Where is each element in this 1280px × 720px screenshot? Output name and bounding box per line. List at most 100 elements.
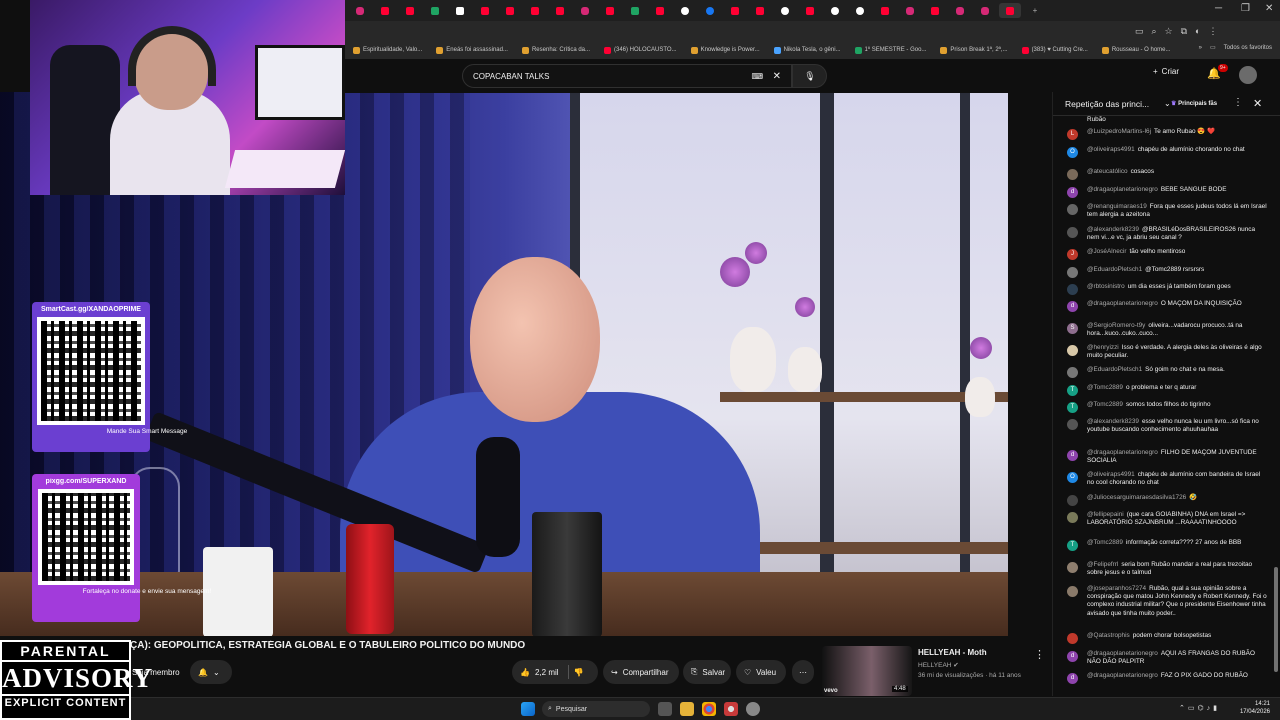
bookmark[interactable]: (383) ♥ Cutting Cre...	[1021, 46, 1088, 54]
browser-tab[interactable]	[724, 3, 746, 18]
settings-gear-icon[interactable]	[746, 702, 760, 716]
chat-author[interactable]: @dragaoplanetarionegro	[1087, 672, 1158, 679]
chat-avatar[interactable]: d	[1067, 187, 1078, 198]
chat-author[interactable]: @oliveiraps4991	[1087, 471, 1135, 478]
chat-avatar[interactable]	[1067, 495, 1078, 506]
recommended-title[interactable]: HELLYEAH - Moth	[918, 648, 987, 657]
bookmark[interactable]: (346) HOLOCAUSTO...	[604, 46, 677, 54]
chat-author[interactable]: @rbtosinistro	[1087, 283, 1125, 290]
chat-avatar[interactable]	[1067, 204, 1078, 215]
chat-author[interactable]: @fellipepaini	[1087, 511, 1124, 518]
chat-message[interactable]: O @oliveiraps4991 chapéu de alumínio com b…	[1067, 471, 1269, 487]
chat-message[interactable]: @fellipepaini (que cara GOIABINHA) DNA em…	[1067, 511, 1269, 527]
task-view-icon[interactable]	[658, 702, 672, 716]
chat-scrollbar[interactable]	[1274, 567, 1278, 672]
browser-toolbar-icons[interactable]: ▭⌕☆⧉◐⋮	[1135, 26, 1225, 37]
account-avatar[interactable]	[1239, 66, 1257, 84]
chat-author[interactable]: @alexanderk8239	[1087, 226, 1139, 233]
browser-tab[interactable]	[499, 3, 521, 18]
close-window-icon[interactable]: ✕	[1265, 3, 1273, 14]
chat-message[interactable]: @EduardoPletsch1 Só goim no chat e na mes…	[1067, 366, 1269, 378]
chat-message[interactable]: @ateucatólico cosacos	[1067, 168, 1269, 180]
chat-message[interactable]: @alexanderk8239 @BRASILéDosBRASILEIROS26 …	[1067, 226, 1269, 242]
browser-tab-active[interactable]	[999, 3, 1021, 18]
more-icon[interactable]: ⋮	[1034, 648, 1045, 661]
chat-message[interactable]: @renanguimaraes19 Fora que esses judeus t…	[1067, 203, 1269, 219]
chat-message[interactable]: d @dragaoplanetarionegro BEBE SANGUE BODE	[1067, 186, 1269, 198]
chat-author[interactable]: @Tomc2889	[1087, 401, 1123, 408]
chat-avatar[interactable]: d	[1067, 651, 1078, 662]
browser-tab[interactable]	[424, 3, 446, 18]
browser-tab[interactable]	[749, 3, 771, 18]
chat-avatar[interactable]: d	[1067, 673, 1078, 684]
subscription-bell-button[interactable]: 🔔 ⌄	[190, 660, 232, 684]
chat-author[interactable]: @henryizzi	[1087, 344, 1119, 351]
bookmark[interactable]: Resenha: Crítica da...	[521, 46, 590, 54]
browser-tab[interactable]	[674, 3, 696, 18]
chat-avatar[interactable]: d	[1067, 450, 1078, 461]
all-bookmarks[interactable]: » ▭ Todos os favoritos	[1199, 44, 1272, 52]
bookmark[interactable]: Nikola Tesla, o gêni...	[773, 46, 841, 54]
top-fans-button[interactable]: ♛ Principais fãs	[1171, 100, 1217, 107]
bookmark[interactable]: Eneás foi assassinad...	[436, 46, 508, 54]
file-explorer-icon[interactable]	[680, 702, 694, 716]
chat-author[interactable]: @dragaoplanetarionegro	[1087, 300, 1158, 307]
chat-author[interactable]: @Qatastrophis	[1087, 632, 1130, 639]
taskbar-clock[interactable]: 14:21 17/04/2026	[1240, 700, 1270, 716]
browser-tab[interactable]	[699, 3, 721, 18]
chat-avatar[interactable]	[1067, 367, 1078, 378]
chat-message[interactable]: O @oliveiraps4991 chapéu de alumínio chora…	[1067, 146, 1269, 158]
browser-tab[interactable]	[899, 3, 921, 18]
new-tab-button[interactable]: +	[1024, 3, 1046, 18]
chat-author[interactable]: @EduardoPletsch1	[1087, 266, 1142, 273]
browser-tab[interactable]	[349, 3, 371, 18]
chat-avatar[interactable]: O	[1067, 147, 1078, 158]
browser-tab[interactable]	[374, 3, 396, 18]
chat-author[interactable]: @LuizpedroMartins-l6j	[1087, 128, 1151, 135]
browser-tab[interactable]	[524, 3, 546, 18]
chat-avatar[interactable]	[1067, 586, 1078, 597]
browser-tab[interactable]	[924, 3, 946, 18]
bookmark[interactable]: Espiritualidade, Valo...	[353, 46, 422, 54]
chat-avatar[interactable]: O	[1067, 472, 1078, 483]
chat-message[interactable]: d @dragaoplanetarionegro AQUI AS FRANGAS D…	[1067, 650, 1269, 666]
chat-avatar[interactable]	[1067, 227, 1078, 238]
chat-author[interactable]: @SergioRomero-t9y	[1087, 322, 1145, 329]
chat-avatar[interactable]	[1067, 345, 1078, 356]
bookmark[interactable]: Prison Break 1ª, 2ª,...	[940, 46, 1008, 54]
chat-avatar[interactable]: J	[1067, 249, 1078, 260]
bookmark[interactable]: Knowledge is Power...	[690, 46, 760, 54]
chat-avatar[interactable]	[1067, 267, 1078, 278]
system-tray-icons[interactable]: ⌃▭⌬♪▮	[1179, 704, 1220, 712]
browser-tab[interactable]	[449, 3, 471, 18]
browser-tab[interactable]	[849, 3, 871, 18]
chat-author[interactable]: @renanguimaraes19	[1087, 203, 1147, 210]
more-actions-button[interactable]: ⋯	[792, 660, 814, 684]
chat-message[interactable]: d @dragaoplanetarionegro FAZ O PIX GADO DO…	[1067, 672, 1269, 684]
chat-avatar[interactable]	[1067, 512, 1078, 523]
chat-message[interactable]: T @Tomc2889 o problema e ter q aturar	[1067, 384, 1269, 396]
chat-avatar[interactable]	[1067, 284, 1078, 295]
chat-author[interactable]: @ateucatólico	[1087, 168, 1128, 175]
chat-messages[interactable]: Rubão L @LuizpedroMartins-l6j Te amo Rubao…	[1053, 116, 1280, 696]
browser-tab[interactable]	[874, 3, 896, 18]
chat-message[interactable]: @alexanderk8239 esse velho nunca leu um l…	[1067, 418, 1269, 434]
share-button[interactable]: ↪ Compartilhar	[603, 660, 679, 684]
chat-avatar[interactable]	[1067, 419, 1078, 430]
minimize-icon[interactable]: ─	[1215, 3, 1222, 14]
chat-message[interactable]: L @LuizpedroMartins-l6j Te amo Rubao 😍 ❤️	[1067, 128, 1269, 140]
chat-message[interactable]: T @Tomc2889 informação correta???? 27 anos…	[1067, 539, 1269, 551]
like-button[interactable]: 👍 2,2 mil 👎	[512, 660, 598, 684]
chat-avatar[interactable]	[1067, 169, 1078, 180]
save-button[interactable]: ⎘ Salvar	[683, 660, 731, 684]
chat-avatar[interactable]	[1067, 562, 1078, 573]
windows-start-icon[interactable]	[521, 702, 535, 716]
chevron-down-icon[interactable]: ⌄	[1164, 99, 1171, 108]
chat-message[interactable]: @rbtosinistro um dia esses já também fora…	[1067, 283, 1269, 295]
browser-tab[interactable]	[574, 3, 596, 18]
chat-message[interactable]: d @dragaoplanetarionegro FILHO DE MAÇOM JU…	[1067, 449, 1269, 465]
chat-avatar[interactable]: T	[1067, 540, 1078, 551]
chat-author[interactable]: @Tomc2889	[1087, 539, 1123, 546]
bookmark[interactable]: 1º SEMESTRE - Goo...	[854, 46, 926, 54]
recommended-channel[interactable]: HELLYEAH ✔	[918, 661, 959, 669]
